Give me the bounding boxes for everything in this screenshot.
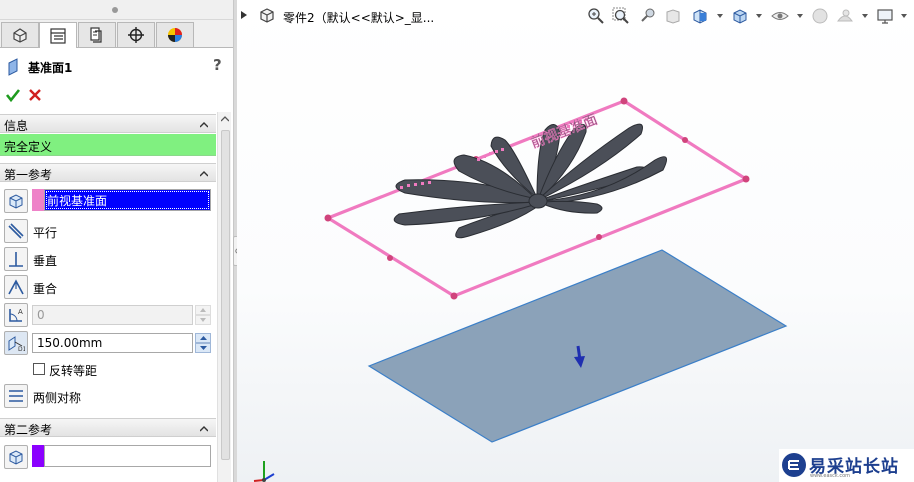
parallel-icon	[8, 223, 24, 239]
property-manager-icon	[50, 27, 66, 44]
property-manager-panel: 基准面1 ? 信息 完全定义 第一参考 前视基准面 平行 垂直 重合 A 0 D…	[0, 0, 234, 482]
tab-configuration-manager[interactable]	[78, 22, 116, 47]
angle-spinner[interactable]	[195, 305, 211, 325]
first-reference-title: 第一参考	[4, 168, 53, 182]
second-reference-selection-field[interactable]	[44, 445, 211, 467]
plane-cube-icon	[9, 450, 23, 465]
angle-input[interactable]: 0	[32, 305, 193, 325]
cancel-x-icon[interactable]	[27, 87, 43, 103]
definition-status: 完全定义	[0, 134, 216, 156]
tab-property-manager[interactable]	[39, 22, 77, 48]
svg-text:A: A	[18, 308, 23, 316]
coincident-icon	[8, 279, 24, 295]
watermark-logo-icon	[782, 453, 806, 477]
spin-down-icon[interactable]	[195, 343, 211, 353]
panel-scrollbar[interactable]	[217, 112, 231, 482]
new-plane-preview[interactable]	[367, 249, 788, 443]
angle-icon: A	[9, 308, 23, 322]
info-section-header[interactable]: 信息	[0, 114, 216, 133]
mid-plane-label: 两侧对称	[33, 391, 82, 405]
spin-down-icon[interactable]	[195, 315, 211, 325]
scroll-up-icon[interactable]	[221, 116, 229, 122]
chevron-up-icon[interactable]	[200, 121, 208, 129]
offset-distance-icon: D1	[8, 336, 25, 352]
feature-title-row: 基准面1 ?	[0, 56, 233, 78]
second-reference-entity-icon	[4, 445, 28, 469]
help-icon[interactable]: ?	[213, 56, 222, 74]
reference-entity-icon	[4, 189, 28, 213]
spin-up-icon[interactable]	[195, 305, 211, 315]
spin-up-icon[interactable]	[195, 333, 211, 343]
coincident-label: 重合	[33, 282, 58, 296]
ok-check-icon[interactable]	[5, 87, 21, 103]
tab-dimxpert-manager[interactable]	[117, 22, 155, 47]
definition-status-text: 完全定义	[4, 140, 53, 154]
feature-manager-icon	[13, 28, 27, 43]
first-reference-selected-item[interactable]: 前视基准面	[45, 190, 210, 210]
tab-feature-manager[interactable]	[1, 22, 39, 47]
second-reference-title: 第二参考	[4, 423, 53, 437]
scrollbar-thumb[interactable]	[221, 130, 230, 460]
manager-tabs	[0, 20, 233, 48]
plane-cube-icon	[9, 194, 23, 209]
perpendicular-label: 垂直	[33, 254, 58, 268]
offset-distance-spinner[interactable]	[195, 333, 211, 353]
mid-plane-icon	[9, 390, 23, 402]
configuration-manager-icon	[90, 27, 102, 43]
first-reference-color-swatch	[32, 189, 44, 211]
perpendicular-icon	[9, 252, 23, 267]
offset-distance-button[interactable]: D1	[4, 331, 28, 355]
perpendicular-button[interactable]	[4, 247, 28, 271]
parallel-label: 平行	[33, 226, 58, 240]
feature-title: 基准面1	[28, 61, 73, 75]
chevron-up-icon[interactable]	[200, 170, 208, 178]
parallel-button[interactable]	[4, 219, 28, 243]
tab-display-manager[interactable]	[156, 22, 194, 47]
panel-grip[interactable]	[0, 0, 233, 20]
dimxpert-crosshair-icon	[128, 27, 144, 43]
reverse-offset-checkbox[interactable]	[33, 363, 45, 375]
first-reference-selection-field[interactable]: 前视基准面	[44, 189, 211, 211]
svg-text:D1: D1	[18, 346, 25, 352]
offset-distance-input[interactable]: 150.00mm	[32, 333, 193, 353]
second-reference-header[interactable]: 第二参考	[0, 418, 216, 437]
first-reference-header[interactable]: 第一参考	[0, 163, 216, 182]
info-section-title: 信息	[4, 119, 29, 133]
coincident-button[interactable]	[4, 275, 28, 299]
watermark-url: www.easck.com	[810, 473, 851, 479]
mid-plane-button[interactable]	[4, 384, 28, 408]
reference-plane-icon	[8, 58, 18, 76]
coordinate-triad-icon	[253, 461, 275, 482]
chevron-up-icon[interactable]	[200, 425, 208, 433]
reverse-offset-label[interactable]: 反转等距	[49, 362, 97, 379]
model-viewport[interactable]: 前视基准面	[237, 0, 914, 482]
second-reference-color-swatch	[32, 445, 44, 467]
angle-button[interactable]: A	[4, 303, 28, 327]
display-manager-icon	[168, 28, 182, 42]
